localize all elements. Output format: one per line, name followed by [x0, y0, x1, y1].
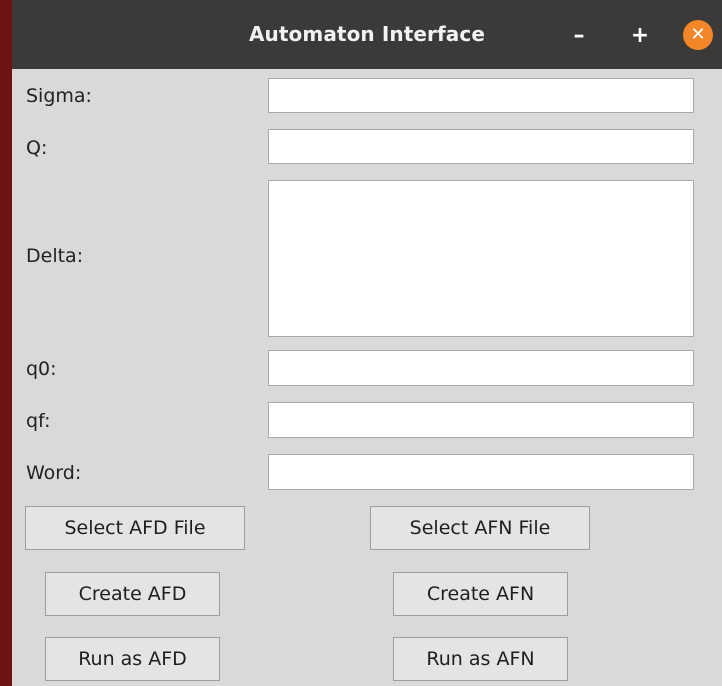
create-afd-button[interactable]: Create AFD [45, 572, 220, 616]
maximize-icon[interactable]: + [626, 22, 654, 50]
q-input[interactable] [268, 129, 694, 164]
sigma-label: Sigma: [26, 85, 92, 107]
select-afn-file-button[interactable]: Select AFN File [370, 506, 590, 550]
word-label: Word: [26, 462, 82, 484]
delta-label: Delta: [26, 245, 84, 267]
qf-label: qf: [26, 410, 51, 432]
minimize-icon[interactable]: – [565, 22, 593, 50]
create-afn-button[interactable]: Create AFN [393, 572, 568, 616]
q0-label: q0: [26, 358, 57, 380]
qf-input[interactable] [268, 402, 694, 438]
q0-input[interactable] [268, 350, 694, 386]
close-icon[interactable]: ✕ [683, 20, 713, 50]
run-as-afd-button[interactable]: Run as AFD [45, 637, 220, 681]
automaton-window: Automaton Interface – + ✕ Sigma: Q: Delt… [12, 0, 722, 686]
delta-textarea[interactable] [268, 180, 694, 337]
run-as-afn-button[interactable]: Run as AFN [393, 637, 568, 681]
sigma-input[interactable] [268, 78, 694, 113]
title-bar[interactable]: Automaton Interface – + ✕ [12, 0, 722, 69]
window-title: Automaton Interface [248, 22, 486, 46]
word-input[interactable] [268, 454, 694, 490]
q-label: Q: [26, 137, 48, 159]
select-afd-file-button[interactable]: Select AFD File [25, 506, 245, 550]
desktop-background [0, 0, 12, 686]
